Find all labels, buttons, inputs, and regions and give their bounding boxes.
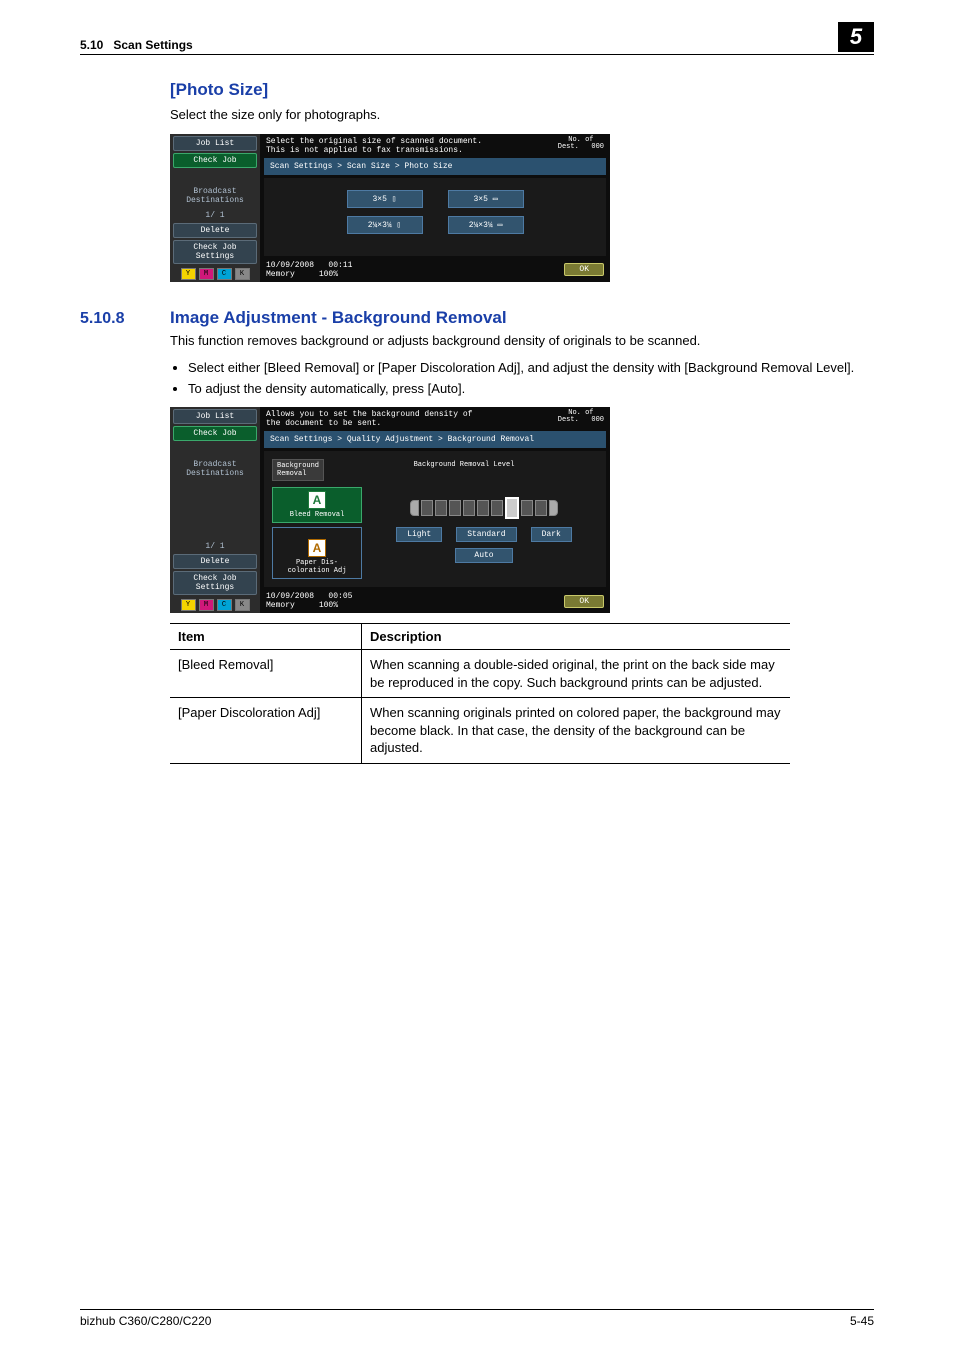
toner-indicator: YMCK: [173, 599, 257, 611]
job-list-button[interactable]: Job List: [173, 409, 257, 424]
ok-button[interactable]: OK: [564, 263, 604, 276]
dest-counter: No. of Dest. 000: [558, 137, 604, 155]
screenshot-background-removal: Job List Check Job Broadcast Destination…: [170, 407, 610, 613]
panel-message: Allows you to set the background density…: [266, 410, 472, 428]
photo-size-heading: [Photo Size]: [170, 80, 874, 100]
footer-model: bizhub C360/C280/C220: [80, 1314, 211, 1328]
bg-bullets: Select either [Bleed Removal] or [Paper …: [170, 359, 874, 397]
th-description: Description: [362, 624, 791, 650]
check-job-button[interactable]: Check Job: [173, 426, 257, 441]
status-bar: 10/09/2008 00:11 Memory 100%: [266, 261, 352, 279]
table-row: [Paper Discoloration Adj] When scanning …: [170, 698, 790, 764]
size-3x5-landscape[interactable]: 3×5 ▭: [448, 190, 524, 208]
page-indicator: 1/ 1: [173, 541, 257, 552]
toner-indicator: YMCK: [173, 268, 257, 280]
panel-message: Select the original size of scanned docu…: [266, 137, 482, 155]
size-2x3-portrait[interactable]: 2¼×3¼ ▯: [347, 216, 423, 234]
bg-removal-tab[interactable]: Background Removal: [272, 459, 324, 481]
size-2x3-landscape[interactable]: 2¼×3¼ ▭: [448, 216, 524, 234]
page-indicator: 1/ 1: [173, 210, 257, 221]
subsection-number: 5.10.8: [80, 310, 152, 328]
screenshot-photo-size: Job List Check Job Broadcast Destination…: [170, 134, 610, 282]
th-item: Item: [170, 624, 362, 650]
photo-size-intro: Select the size only for photographs.: [170, 106, 874, 124]
level-title: Background Removal Level: [330, 459, 598, 481]
subsection-title: Image Adjustment - Background Removal: [170, 308, 507, 328]
breadcrumb: Scan Settings > Quality Adjustment > Bac…: [264, 431, 606, 448]
dest-counter: No. of Dest. 000: [558, 410, 604, 428]
table-row: [Bleed Removal] When scanning a double-s…: [170, 650, 790, 698]
auto-button[interactable]: Auto: [455, 548, 512, 563]
broadcast-label: Broadcast Destinations: [173, 186, 257, 206]
description-table: Item Description [Bleed Removal] When sc…: [170, 623, 790, 764]
delete-button[interactable]: Delete: [173, 554, 257, 569]
check-job-button[interactable]: Check Job: [173, 153, 257, 168]
light-button[interactable]: Light: [396, 527, 442, 542]
check-job-settings-button[interactable]: Check Job Settings: [173, 240, 257, 264]
chapter-badge: 5: [838, 22, 874, 52]
dark-button[interactable]: Dark: [531, 527, 572, 542]
paper-discoloration-button[interactable]: APaper Dis- coloration Adj: [272, 527, 362, 579]
broadcast-label: Broadcast Destinations: [173, 459, 257, 479]
footer-page: 5-45: [850, 1314, 874, 1328]
check-job-settings-button[interactable]: Check Job Settings: [173, 571, 257, 595]
bg-intro: This function removes background or adju…: [170, 332, 874, 350]
delete-button[interactable]: Delete: [173, 223, 257, 238]
breadcrumb: Scan Settings > Scan Size > Photo Size: [264, 158, 606, 175]
bleed-removal-button[interactable]: ABleed Removal: [272, 487, 362, 523]
standard-button[interactable]: Standard: [456, 527, 516, 542]
job-list-button[interactable]: Job List: [173, 136, 257, 151]
ok-button[interactable]: OK: [564, 595, 604, 608]
size-3x5-portrait[interactable]: 3×5 ▯: [347, 190, 423, 208]
status-bar: 10/09/2008 00:05 Memory 100%: [266, 592, 352, 610]
running-header: 5.10 Scan Settings: [80, 38, 193, 52]
density-bars[interactable]: [370, 497, 598, 519]
